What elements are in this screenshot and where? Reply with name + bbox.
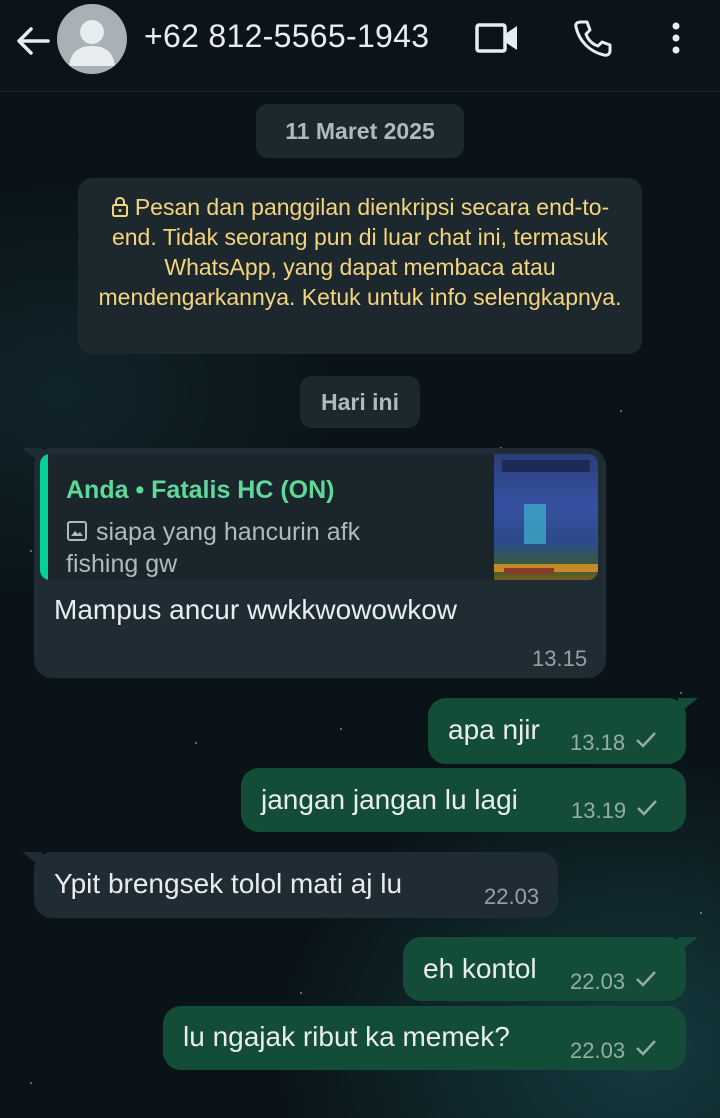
outgoing-message[interactable]: eh kontol 22.03: [403, 937, 698, 1001]
video-call-icon[interactable]: [474, 18, 520, 58]
back-arrow-icon[interactable]: [14, 22, 52, 60]
message-text: eh kontol: [423, 953, 537, 984]
message-text: Mampus ancur wwkkwowowkow: [54, 594, 458, 625]
date-chip: 11 Maret 2025: [256, 104, 464, 158]
encryption-notice-text: Pesan dan panggilan dienkripsi secara en…: [98, 194, 622, 310]
incoming-message[interactable]: Anda • Fatalis HC (ON) siapa yang hancur…: [22, 448, 606, 678]
bubble-tail: [22, 852, 42, 868]
check-icon: [636, 732, 656, 748]
outgoing-message[interactable]: lu ngajak ribut ka memek? 22.03: [163, 1006, 686, 1070]
message-time: 22.03: [484, 884, 540, 909]
image-icon: [67, 521, 87, 541]
wallpaper-star: [680, 692, 682, 694]
quote-accent-bar: [40, 454, 48, 580]
today-chip: Hari ini: [300, 376, 420, 428]
quote-author: Anda • Fatalis HC (ON): [66, 476, 335, 504]
message-time: 13.18: [570, 730, 626, 755]
wallpaper-star: [620, 410, 622, 412]
wallpaper-star: [30, 1082, 32, 1084]
phone-icon[interactable]: [572, 18, 612, 58]
avatar-icon: [69, 20, 115, 66]
outgoing-message[interactable]: apa njir 13.18: [428, 698, 698, 764]
wallpaper-star: [300, 992, 302, 994]
bubble-tail: [22, 448, 42, 464]
encryption-notice[interactable]: Pesan dan panggilan dienkripsi secara en…: [78, 178, 642, 354]
contact-name[interactable]: +62 812-5565-1943: [144, 18, 429, 55]
message-text: jangan jangan lu lagi: [261, 784, 518, 815]
more-menu-icon[interactable]: [662, 18, 690, 58]
check-icon: [636, 1040, 656, 1056]
bubble-tail: [678, 937, 698, 953]
quoted-message[interactable]: Anda • Fatalis HC (ON) siapa yang hancur…: [40, 454, 598, 580]
outgoing-message[interactable]: jangan jangan lu lagi 13.19: [241, 768, 686, 832]
message-time: 22.03: [570, 969, 626, 994]
check-icon: [636, 971, 656, 987]
avatar[interactable]: [57, 4, 127, 74]
incoming-message[interactable]: Ypit brengsek tolol mati aj lu 22.03: [22, 852, 558, 918]
bubble-tail: [678, 698, 698, 714]
lock-icon: [111, 196, 128, 217]
wallpaper-star: [30, 550, 32, 552]
wallpaper-star: [195, 742, 197, 744]
quote-text: siapa yang hancurin afk fishing gw: [66, 518, 361, 578]
wallpaper-star: [700, 912, 702, 914]
quote-text-row: siapa yang hancurin afk fishing gw: [66, 516, 406, 580]
quote-thumbnail: [494, 454, 598, 580]
message-time: 22.03: [570, 1038, 626, 1063]
message-text: apa njir: [448, 714, 540, 745]
chat-header: +62 812-5565-1943: [0, 0, 720, 92]
message-text: lu ngajak ribut ka memek?: [183, 1021, 510, 1052]
message-text: Ypit brengsek tolol mati aj lu: [54, 868, 403, 899]
message-time: 13.15: [532, 646, 588, 671]
check-icon: [637, 800, 657, 816]
message-time: 13.19: [571, 798, 627, 823]
wallpaper-star: [340, 728, 342, 730]
